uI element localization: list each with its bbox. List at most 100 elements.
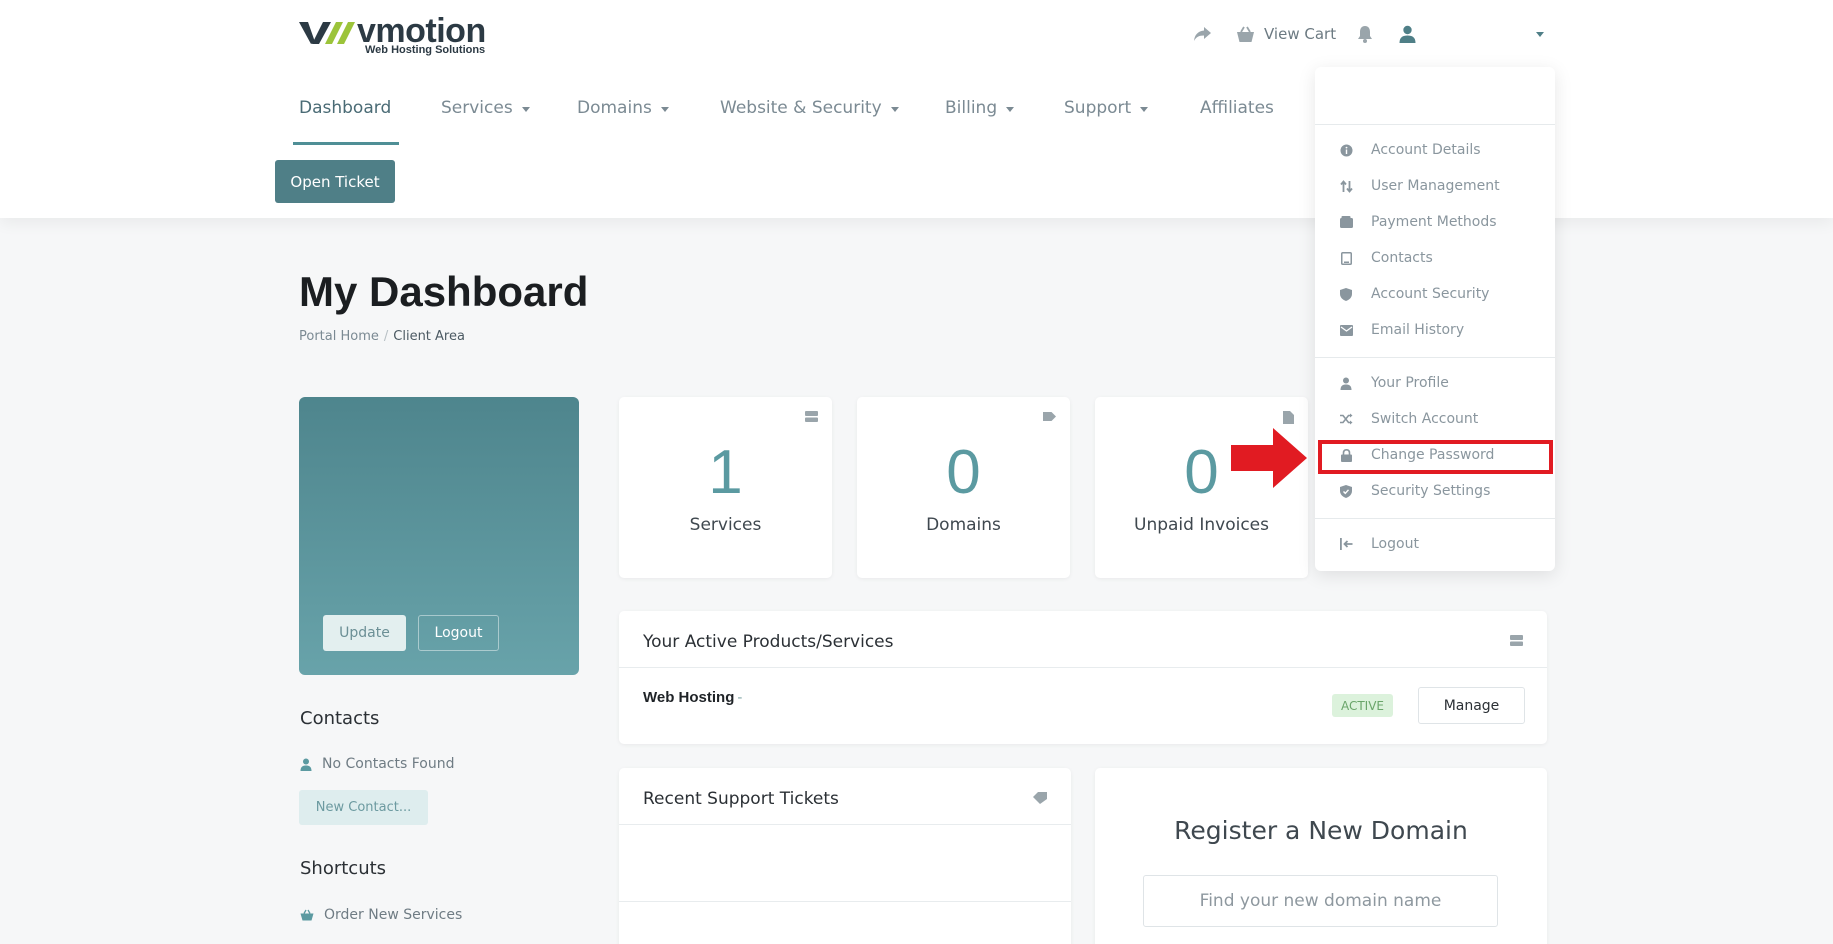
- site-header: vmotion Web Hosting Solutions View Cart …: [0, 0, 1833, 218]
- caret-down-icon: [521, 106, 530, 112]
- panel-divider: [619, 667, 1547, 668]
- manage-button[interactable]: Manage: [1418, 687, 1525, 724]
- nav-label: Affiliates: [1200, 98, 1274, 118]
- brand-tagline: Web Hosting Solutions: [365, 44, 486, 56]
- brand-logo[interactable]: vmotion Web Hosting Solutions: [299, 12, 489, 58]
- caret-down-icon: [890, 106, 899, 112]
- profile-logout-button[interactable]: Logout: [418, 615, 499, 651]
- menu-item-email-history[interactable]: Email History: [1339, 320, 1464, 340]
- view-cart-link[interactable]: View Cart: [1236, 22, 1336, 46]
- share-arrow-icon: [1194, 27, 1211, 41]
- breadcrumb-client-area: Client Area: [393, 329, 465, 344]
- stat-services-tile[interactable]: 1 Services: [619, 397, 832, 578]
- shortcut-label: Order New Services: [324, 907, 463, 923]
- menu-item-label: Payment Methods: [1371, 214, 1497, 230]
- product-domain: -: [737, 689, 743, 706]
- product-row-web-hosting[interactable]: Web Hosting -: [643, 689, 742, 706]
- menu-item-your-profile[interactable]: Your Profile: [1339, 373, 1449, 393]
- menu-item-label: User Management: [1371, 178, 1500, 194]
- menu-item-logout[interactable]: Logout: [1339, 534, 1419, 554]
- info-circle-icon: [1339, 143, 1353, 157]
- nav-item-services[interactable]: Services: [441, 96, 530, 120]
- envelope-icon: [1339, 323, 1353, 337]
- profile-card: Update Logout: [299, 397, 579, 675]
- arrows-up-down-icon: [1339, 179, 1353, 193]
- menu-item-payment-methods[interactable]: Payment Methods: [1339, 212, 1497, 232]
- address-book-icon: [1339, 251, 1353, 265]
- nav-item-website-security[interactable]: Website & Security: [720, 96, 899, 120]
- nav-label: Support: [1064, 98, 1132, 118]
- user-dropdown-menu: Account Details User Management Payment …: [1315, 67, 1555, 571]
- user-menu-toggle[interactable]: [1399, 22, 1416, 46]
- panel-title: Recent Support Tickets: [643, 789, 839, 809]
- vmotion-logo-mark-icon: [299, 22, 355, 44]
- menu-separator: [1315, 124, 1555, 125]
- nav-item-support[interactable]: Support: [1064, 96, 1149, 120]
- stat-label: Services: [689, 515, 762, 535]
- nav-active-indicator: [293, 142, 399, 145]
- document-icon: [1283, 411, 1294, 424]
- page-title: My Dashboard: [299, 268, 589, 315]
- shortcuts-heading: Shortcuts: [300, 858, 387, 879]
- shortcut-order-new-services[interactable]: Order New Services: [300, 907, 462, 923]
- stat-domains-tile[interactable]: 0 Domains: [857, 397, 1070, 578]
- caret-down-icon: [1140, 106, 1149, 112]
- nav-item-affiliates[interactable]: Affiliates: [1200, 96, 1274, 120]
- user-icon: [300, 758, 312, 771]
- notifications-button[interactable]: [1357, 22, 1373, 46]
- ticket-icon: [1033, 792, 1047, 804]
- panel-title: Your Active Products/Services: [643, 632, 894, 652]
- status-badge: ACTIVE: [1332, 694, 1393, 717]
- panel-divider: [619, 901, 1071, 902]
- no-contacts-text: No Contacts Found: [322, 756, 455, 772]
- menu-item-label: Logout: [1371, 536, 1419, 552]
- menu-item-switch-account[interactable]: Switch Account: [1339, 409, 1478, 429]
- breadcrumb: Portal Home / Client Area: [299, 329, 465, 344]
- basket-icon: [1237, 26, 1254, 42]
- stat-label: Domains: [926, 515, 1001, 535]
- menu-item-security-settings[interactable]: Security Settings: [1339, 481, 1490, 501]
- stat-label: Unpaid Invoices: [1134, 515, 1269, 535]
- caret-down-icon: [1536, 31, 1544, 37]
- share-button[interactable]: [1193, 22, 1212, 46]
- menu-item-label: Your Profile: [1371, 375, 1449, 391]
- domain-search-input[interactable]: [1143, 875, 1498, 927]
- user-icon: [1339, 376, 1353, 390]
- menu-item-label: Contacts: [1371, 250, 1433, 266]
- breadcrumb-separator: /: [383, 329, 389, 344]
- user-icon: [1399, 25, 1416, 43]
- nav-label: Dashboard: [299, 98, 392, 118]
- active-products-panel: Your Active Products/Services Web Hostin…: [619, 611, 1547, 744]
- update-profile-button[interactable]: Update: [323, 615, 406, 651]
- panel-divider: [619, 824, 1071, 825]
- menu-item-user-management[interactable]: User Management: [1339, 176, 1500, 196]
- nav-label: Domains: [577, 98, 652, 118]
- product-name: Web Hosting: [643, 689, 735, 706]
- recent-support-tickets-panel: Recent Support Tickets: [619, 768, 1071, 944]
- basket-icon: [300, 909, 314, 921]
- menu-separator: [1315, 357, 1555, 358]
- menu-item-contacts[interactable]: Contacts: [1339, 248, 1433, 268]
- server-icon: [805, 411, 818, 422]
- caret-down-icon: [660, 106, 669, 112]
- open-ticket-button[interactable]: Open Ticket: [275, 160, 395, 203]
- register-domain-panel: Register a New Domain: [1095, 768, 1547, 944]
- breadcrumb-portal-home[interactable]: Portal Home: [299, 329, 379, 344]
- bell-icon: [1358, 26, 1372, 43]
- menu-item-account-security[interactable]: Account Security: [1339, 284, 1489, 304]
- shuffle-icon: [1339, 412, 1353, 426]
- menu-item-label: Security Settings: [1371, 483, 1491, 499]
- menu-item-account-details[interactable]: Account Details: [1339, 140, 1481, 160]
- register-domain-title: Register a New Domain: [1174, 816, 1468, 845]
- nav-item-billing[interactable]: Billing: [945, 96, 1015, 120]
- nav-label: Services: [441, 98, 513, 118]
- red-arrow-pointer-icon: [1231, 428, 1307, 488]
- user-menu-caret[interactable]: [1536, 22, 1544, 46]
- menu-separator: [1315, 518, 1555, 519]
- nav-label: Billing: [945, 98, 998, 118]
- menu-item-label: Switch Account: [1371, 411, 1479, 427]
- nav-item-dashboard[interactable]: Dashboard: [299, 96, 391, 120]
- nav-item-domains[interactable]: Domains: [577, 96, 669, 120]
- new-contact-button[interactable]: New Contact...: [299, 790, 428, 825]
- server-icon: [1510, 635, 1523, 646]
